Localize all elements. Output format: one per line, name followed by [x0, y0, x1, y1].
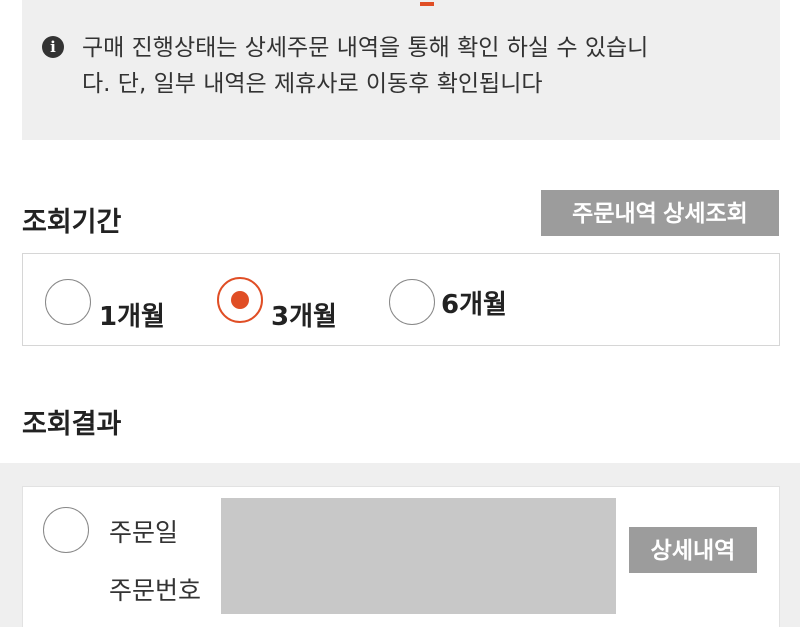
radio-button-selected[interactable]: [217, 277, 263, 323]
order-date-label: 주문일: [109, 518, 179, 547]
period-option-label: 1개월: [99, 302, 165, 332]
result-title: 조회결과: [22, 409, 122, 440]
accent-underline: [420, 2, 434, 6]
period-title: 조회기간: [22, 207, 122, 238]
notice-text: 구매 진행상태는 상세주문 내역을 통해 확인 하실 수 있습니 다. 단, 일…: [44, 30, 764, 102]
period-option-label: 3개월: [271, 302, 337, 332]
notice-line-2: 다. 단, 일부 내역은 제휴사로 이동후 확인됩니다: [82, 71, 543, 97]
order-detail-search-button[interactable]: 주문내역 상세조회: [541, 190, 779, 236]
notice-line-1: 구매 진행상태는 상세주문 내역을 통해 확인 하실 수 있습니: [82, 35, 649, 61]
order-detail-button[interactable]: 상세내역: [629, 527, 757, 573]
period-options: 1개월 3개월 6개월: [22, 253, 780, 346]
redacted-order-info: [221, 498, 616, 614]
notice-cut-heading: [22, 0, 780, 8]
notice-box: i 구매 진행상태는 상세주문 내역을 통해 확인 하실 수 있습니 다. 단,…: [22, 0, 780, 140]
period-option-3month[interactable]: 3개월: [213, 254, 383, 347]
period-option-6month[interactable]: 6개월: [387, 254, 557, 347]
radio-button[interactable]: [45, 279, 91, 325]
period-option-1month[interactable]: 1개월: [23, 254, 203, 347]
order-select-radio[interactable]: [43, 507, 89, 553]
order-number-label: 주문번호: [109, 576, 202, 605]
period-option-label: 6개월: [441, 290, 507, 320]
result-area: 주문일 주문번호 상세내역: [0, 463, 800, 627]
radio-selected-dot: [231, 291, 249, 309]
radio-button[interactable]: [389, 279, 435, 325]
order-row: 주문일 주문번호 상세내역: [22, 486, 780, 627]
